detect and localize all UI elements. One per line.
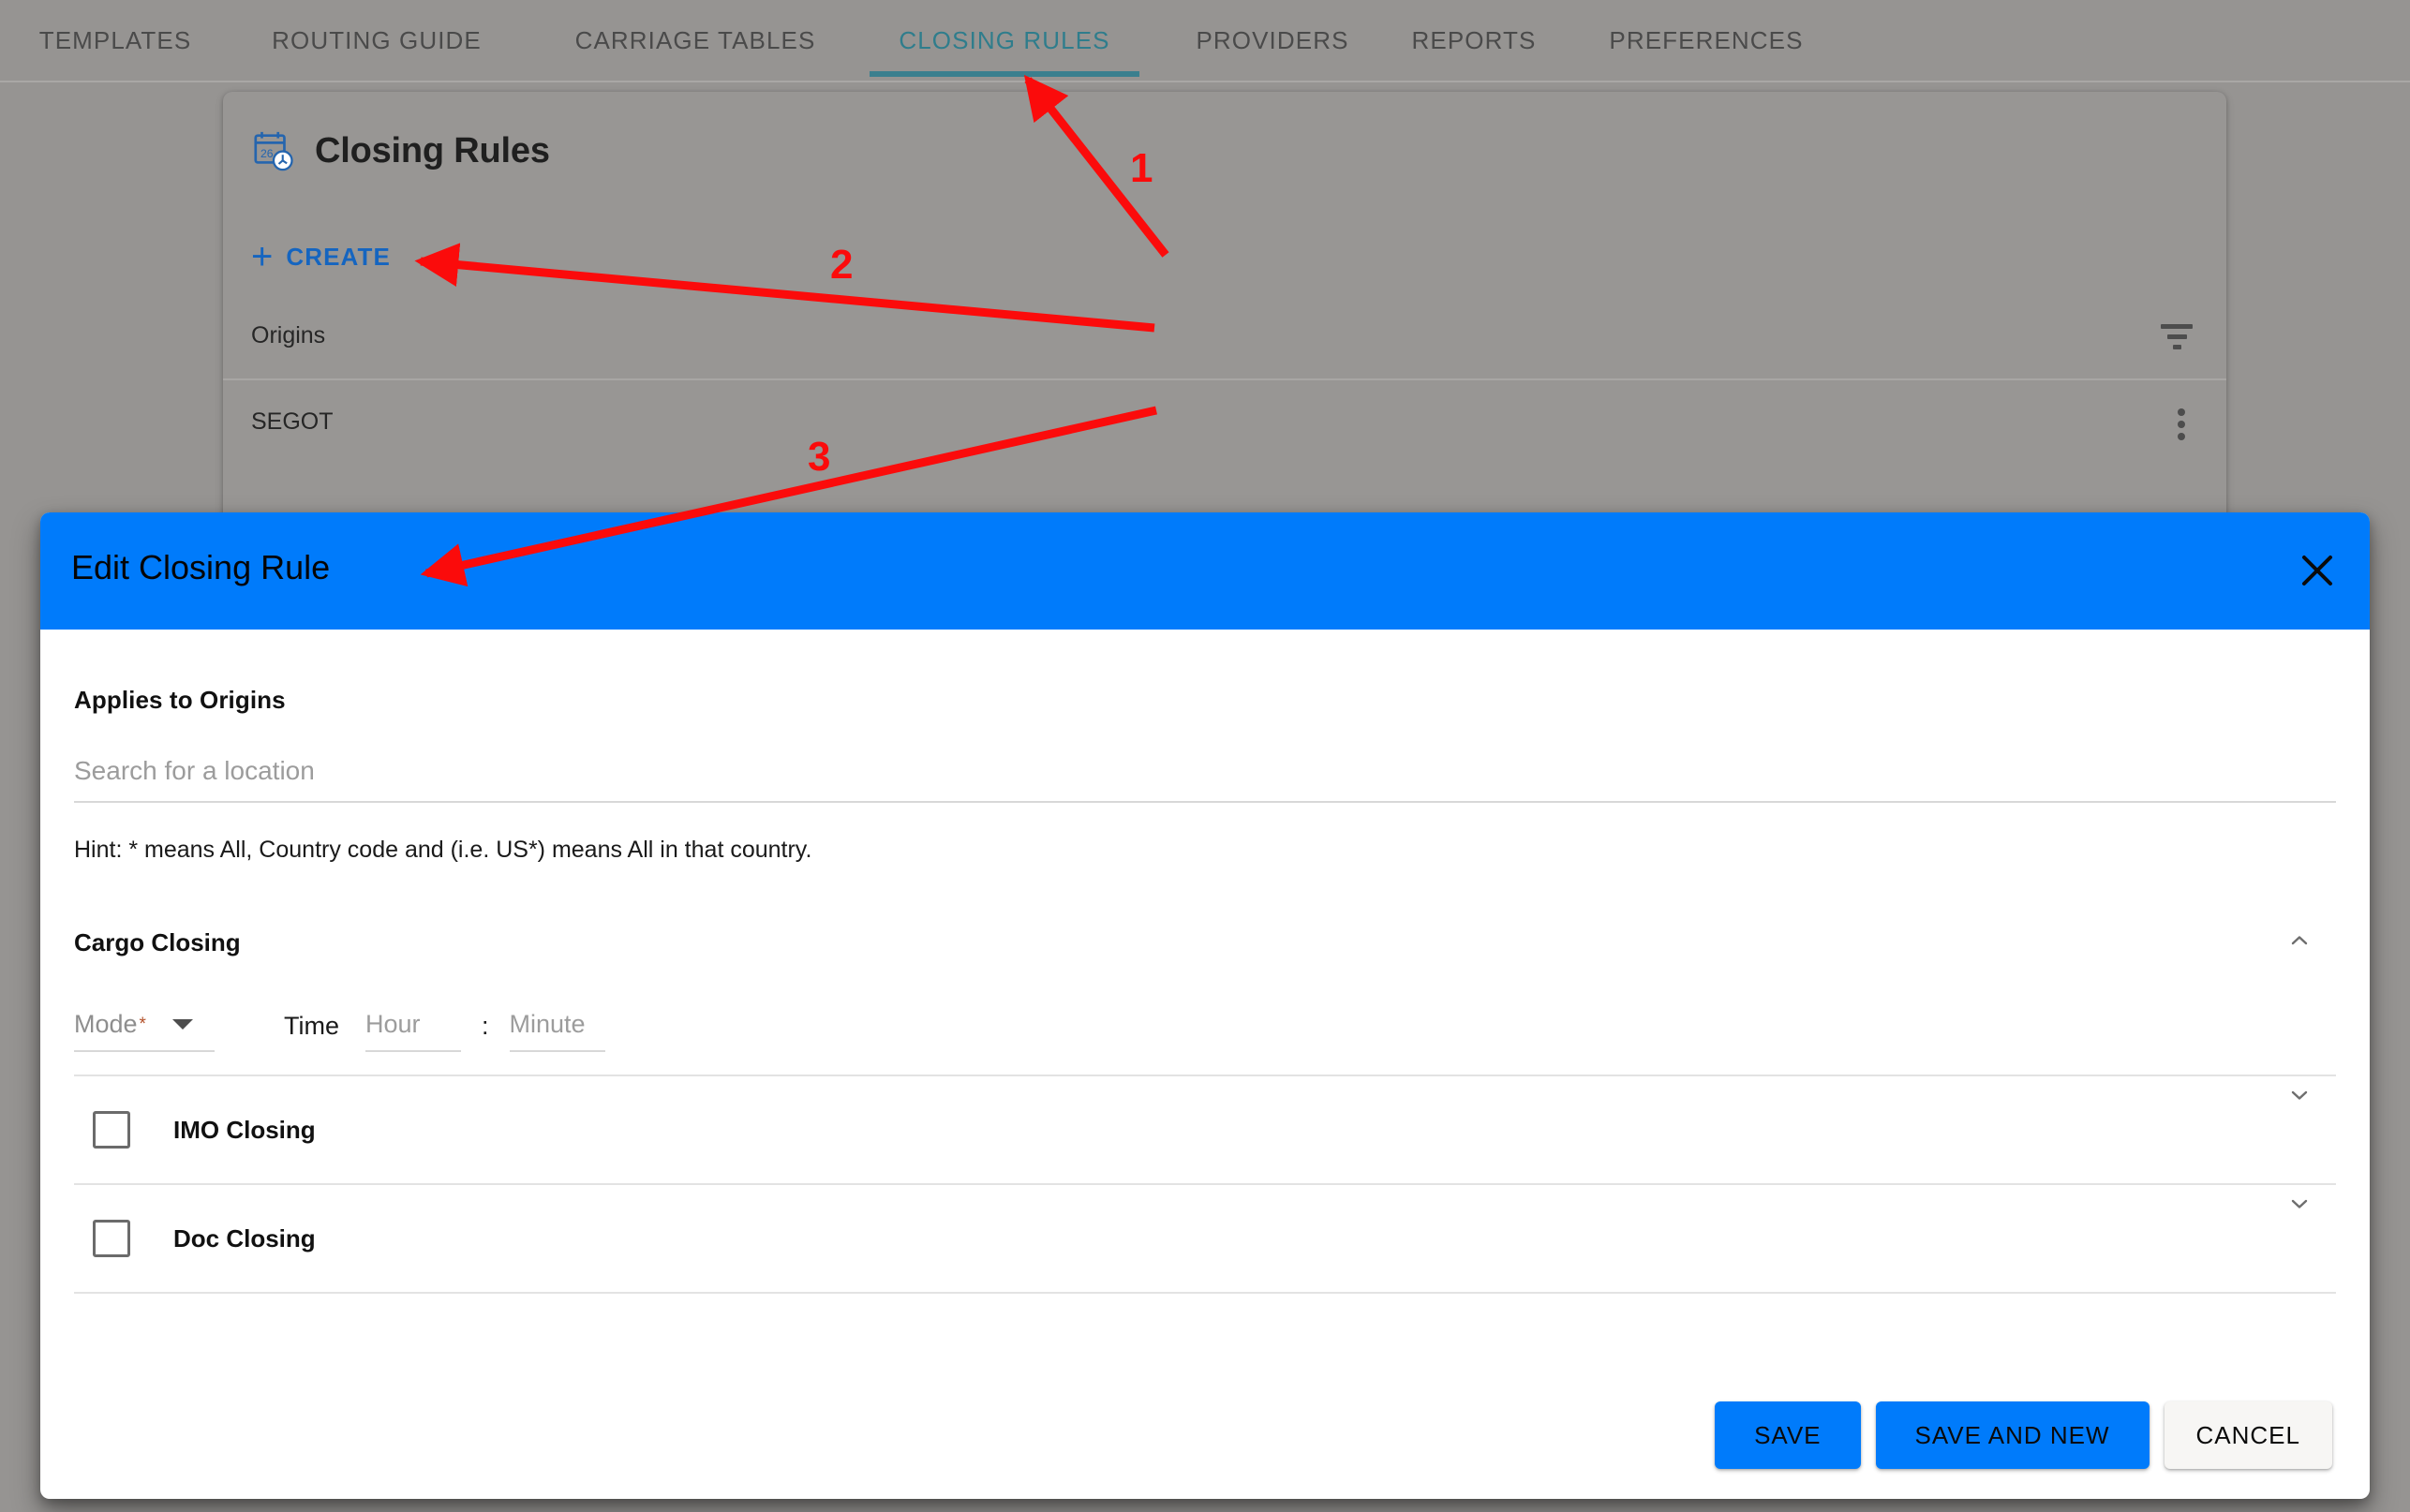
annotation-number-3: 3 [808,434,831,480]
save-button[interactable]: SAVE [1715,1401,1861,1469]
chevron-down-icon[interactable] [2284,1193,2315,1215]
annotation-number-1: 1 [1130,145,1153,191]
tab-reports[interactable]: REPORTS [1404,0,1544,81]
dialog-title: Edit Closing Rule [71,548,331,586]
save-and-new-button[interactable]: SAVE AND NEW [1875,1401,2150,1469]
chevron-down-icon[interactable] [2284,1084,2315,1106]
doc-closing-checkbox[interactable] [93,1220,130,1257]
mode-select[interactable]: Mode * [74,1010,215,1052]
app-screen: TEMPLATES ROUTING GUIDE CARRIAGE TABLES … [0,0,2410,1512]
calendar-clock-icon: 26 [251,129,294,172]
tab-label: CLOSING RULES [899,26,1110,54]
cell-origin: SEGOT [251,408,334,435]
time-label: Time [284,1012,339,1040]
page-title: Closing Rules [315,130,550,170]
tab-label: ROUTING GUIDE [272,26,482,54]
cargo-closing-label: Cargo Closing [74,927,241,956]
table-row[interactable]: SEGOT [223,380,2226,467]
applies-to-origins-label: Applies to Origins [74,686,286,714]
tab-preferences[interactable]: PREFERENCES [1604,0,1808,81]
active-tab-indicator [870,71,1139,77]
cargo-closing-section-header[interactable]: Cargo Closing [74,922,2336,963]
column-header-origins: Origins [251,322,326,348]
filter-icon[interactable] [2161,324,2193,352]
mode-label: Mode [74,1010,138,1038]
tab-label: REPORTS [1411,26,1537,54]
chevron-up-icon[interactable] [2284,929,2315,952]
required-marker: * [139,1014,146,1034]
origins-hint-text: Hint: * means All, Country code and (i.e… [74,837,812,863]
tab-providers[interactable]: PROVIDERS [1188,0,1357,81]
imo-closing-label: IMO Closing [173,1115,316,1144]
cargo-closing-fields: Mode * Time : [74,1010,2336,1075]
tab-routing-guide[interactable]: ROUTING GUIDE [270,0,483,81]
search-input[interactable] [74,756,2336,786]
dialog-header: Edit Closing Rule [40,512,2370,630]
location-search-field[interactable] [74,756,2336,803]
dialog-body: Applies to Origins Hint: * means All, Co… [40,686,2370,1294]
tab-templates[interactable]: TEMPLATES [36,0,195,81]
table-header-row: Origins [223,296,2226,380]
close-icon[interactable] [2295,548,2340,593]
time-separator: : [482,1012,489,1040]
svg-text:26: 26 [260,147,274,160]
create-button-label: CREATE [286,242,391,271]
tab-label: TEMPLATES [38,26,192,54]
create-button[interactable]: + CREATE [251,232,400,281]
dialog-footer: SAVE SAVE AND NEW CANCEL [40,1371,2370,1499]
cancel-button[interactable]: CANCEL [2164,1401,2332,1469]
doc-closing-label: Doc Closing [173,1223,316,1253]
hour-field[interactable] [365,1010,461,1052]
imo-closing-row[interactable]: IMO Closing [74,1075,2336,1183]
annotation-number-2: 2 [830,242,854,288]
tab-closing-rules[interactable]: CLOSING RULES [870,0,1139,81]
minute-input[interactable] [509,1010,605,1039]
plus-icon: + [251,236,274,277]
top-tab-bar: TEMPLATES ROUTING GUIDE CARRIAGE TABLES … [0,0,2410,82]
tab-label: PREFERENCES [1609,26,1804,54]
edit-closing-rule-dialog: Edit Closing Rule Applies to Origins Hin… [40,512,2370,1499]
imo-closing-checkbox[interactable] [93,1111,130,1149]
hour-input[interactable] [365,1010,461,1039]
minute-field[interactable] [509,1010,605,1052]
tab-carriage-tables[interactable]: CARRIAGE TABLES [570,0,821,81]
tab-label: PROVIDERS [1196,26,1349,54]
doc-closing-row[interactable]: Doc Closing [74,1183,2336,1294]
kebab-menu-icon[interactable] [2178,408,2185,440]
card-header: 26 Closing Rules [251,129,550,172]
tab-label: CARRIAGE TABLES [574,26,816,54]
caret-down-icon[interactable] [171,1019,193,1030]
